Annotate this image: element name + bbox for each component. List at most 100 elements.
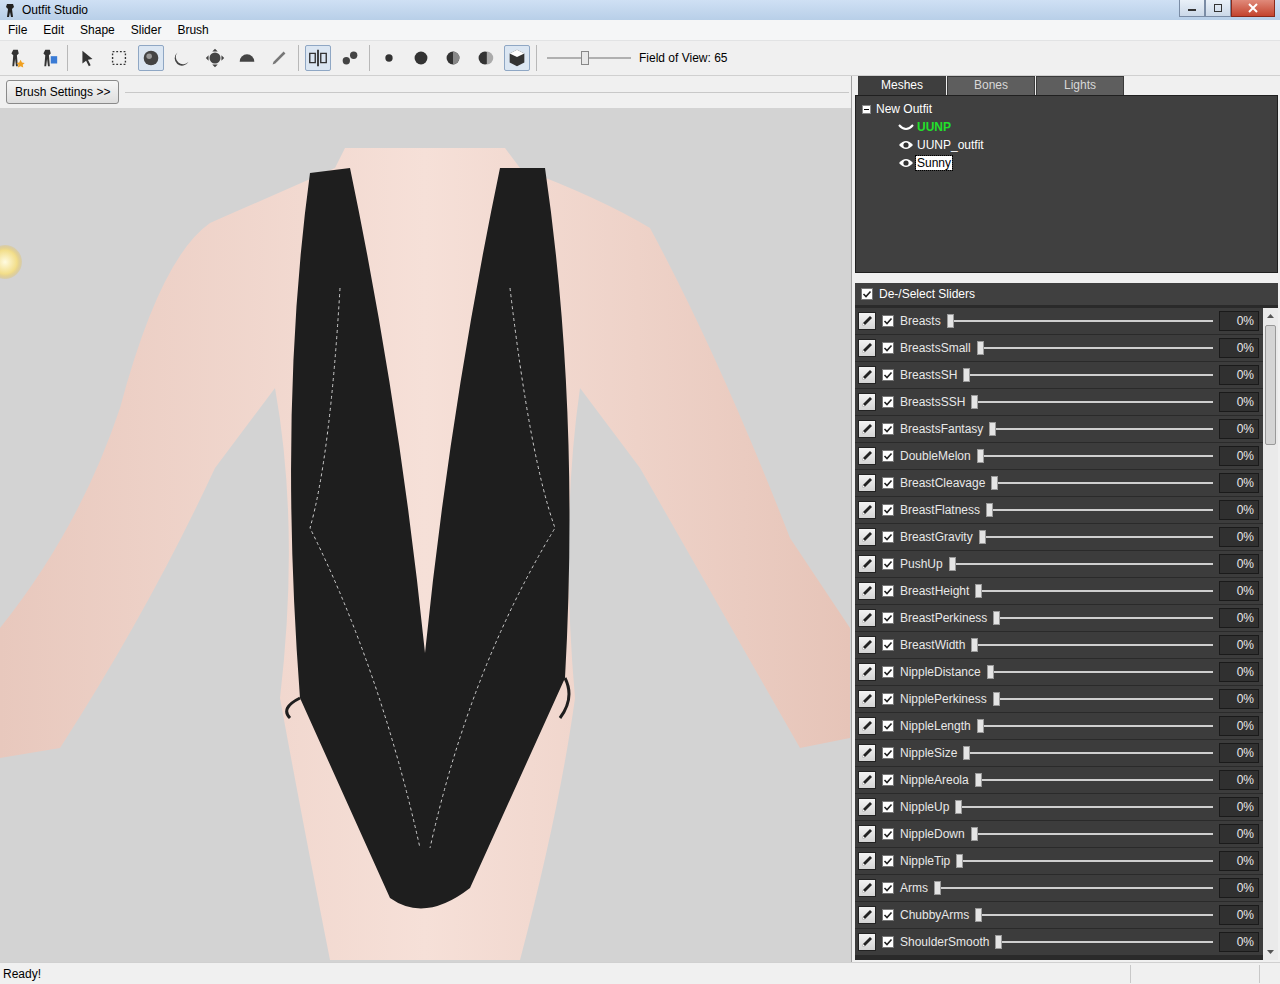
slider-track[interactable] bbox=[934, 880, 1213, 896]
slider-thumb[interactable] bbox=[993, 611, 1000, 625]
tool-button[interactable] bbox=[74, 45, 100, 71]
tool-button[interactable] bbox=[376, 45, 402, 71]
slider-value[interactable]: 0% bbox=[1219, 662, 1259, 682]
edit-slider-button[interactable] bbox=[858, 744, 876, 762]
edit-slider-button[interactable] bbox=[858, 933, 876, 951]
slider-track[interactable] bbox=[995, 934, 1213, 950]
slider-value[interactable]: 0% bbox=[1219, 500, 1259, 520]
slider-checkbox[interactable] bbox=[882, 882, 894, 894]
slider-checkbox[interactable] bbox=[882, 342, 894, 354]
slider-thumb[interactable] bbox=[955, 800, 962, 814]
edit-slider-button[interactable] bbox=[858, 366, 876, 384]
menu-item[interactable]: Brush bbox=[169, 23, 216, 37]
slider-value[interactable]: 0% bbox=[1219, 311, 1259, 331]
edit-slider-button[interactable] bbox=[858, 771, 876, 789]
slider-value[interactable]: 0% bbox=[1219, 365, 1259, 385]
tab[interactable]: Lights bbox=[1036, 76, 1124, 95]
slider-thumb[interactable] bbox=[987, 665, 994, 679]
edit-slider-button[interactable] bbox=[858, 501, 876, 519]
tool-button[interactable] bbox=[3, 45, 29, 71]
slider-track[interactable] bbox=[979, 529, 1213, 545]
slider-value[interactable]: 0% bbox=[1219, 716, 1259, 736]
slider-checkbox[interactable] bbox=[882, 450, 894, 462]
slider-thumb[interactable] bbox=[947, 314, 954, 328]
tool-button[interactable] bbox=[234, 45, 260, 71]
slider-value[interactable]: 0% bbox=[1219, 527, 1259, 547]
slider-thumb[interactable] bbox=[993, 692, 1000, 706]
slider-track[interactable] bbox=[971, 637, 1213, 653]
edit-slider-button[interactable] bbox=[858, 420, 876, 438]
edit-slider-button[interactable] bbox=[858, 393, 876, 411]
eye-icon[interactable] bbox=[898, 139, 914, 151]
slider-track[interactable] bbox=[971, 394, 1213, 410]
slider-checkbox[interactable] bbox=[882, 315, 894, 327]
slider-track[interactable] bbox=[971, 826, 1213, 842]
edit-slider-button[interactable] bbox=[858, 825, 876, 843]
slider-track[interactable] bbox=[977, 718, 1213, 734]
slider-checkbox[interactable] bbox=[882, 909, 894, 921]
slider-thumb[interactable] bbox=[975, 584, 982, 598]
slider-thumb[interactable] bbox=[949, 557, 956, 571]
slider-track[interactable] bbox=[963, 745, 1213, 761]
slider-checkbox[interactable] bbox=[882, 828, 894, 840]
slider-thumb[interactable] bbox=[963, 368, 970, 382]
slider-checkbox[interactable] bbox=[882, 639, 894, 651]
slider-value[interactable]: 0% bbox=[1219, 392, 1259, 412]
edit-slider-button[interactable] bbox=[858, 717, 876, 735]
slider-checkbox[interactable] bbox=[882, 369, 894, 381]
slider-value[interactable]: 0% bbox=[1219, 851, 1259, 871]
edit-slider-button[interactable] bbox=[858, 663, 876, 681]
slider-value[interactable]: 0% bbox=[1219, 824, 1259, 844]
slider-track[interactable] bbox=[975, 772, 1213, 788]
slider-checkbox[interactable] bbox=[882, 720, 894, 732]
slider-checkbox[interactable] bbox=[882, 747, 894, 759]
slider-track[interactable] bbox=[955, 799, 1213, 815]
tool-button[interactable] bbox=[138, 45, 164, 71]
edit-slider-button[interactable] bbox=[858, 339, 876, 357]
slider-checkbox[interactable] bbox=[882, 477, 894, 489]
slider-track[interactable] bbox=[956, 853, 1213, 869]
slider-checkbox[interactable] bbox=[882, 531, 894, 543]
slider-value[interactable]: 0% bbox=[1219, 554, 1259, 574]
tab[interactable]: Bones bbox=[947, 76, 1035, 95]
slider-thumb[interactable] bbox=[956, 854, 963, 868]
edit-slider-button[interactable] bbox=[858, 609, 876, 627]
slider-value[interactable]: 0% bbox=[1219, 878, 1259, 898]
scroll-up-icon[interactable] bbox=[1267, 313, 1274, 318]
edit-slider-button[interactable] bbox=[858, 528, 876, 546]
slider-thumb[interactable] bbox=[971, 638, 978, 652]
slider-value[interactable]: 0% bbox=[1219, 932, 1259, 952]
slider-track[interactable] bbox=[975, 907, 1213, 923]
slider-checkbox[interactable] bbox=[882, 693, 894, 705]
slider-checkbox[interactable] bbox=[882, 585, 894, 597]
tool-button[interactable] bbox=[170, 45, 196, 71]
slider-checkbox[interactable] bbox=[882, 504, 894, 516]
scrollbar[interactable] bbox=[1263, 308, 1278, 960]
close-button[interactable] bbox=[1231, 0, 1275, 17]
edit-slider-button[interactable] bbox=[858, 906, 876, 924]
eye-icon[interactable] bbox=[898, 157, 914, 169]
edit-slider-button[interactable] bbox=[858, 852, 876, 870]
slider-thumb[interactable] bbox=[963, 746, 970, 760]
maximize-button[interactable] bbox=[1205, 0, 1231, 17]
tool-button[interactable] bbox=[106, 45, 132, 71]
slider-thumb[interactable] bbox=[986, 503, 993, 517]
tool-button[interactable] bbox=[305, 45, 331, 71]
slider-checkbox[interactable] bbox=[882, 612, 894, 624]
edit-slider-button[interactable] bbox=[858, 555, 876, 573]
menu-item[interactable]: Shape bbox=[72, 23, 123, 37]
tree-node[interactable]: UUNP_outfit bbox=[862, 136, 1271, 154]
3d-viewport[interactable] bbox=[0, 108, 851, 962]
tree-node[interactable]: UUNP bbox=[862, 118, 1271, 136]
slider-checkbox[interactable] bbox=[882, 423, 894, 435]
select-all-checkbox[interactable] bbox=[861, 288, 873, 300]
slider-thumb[interactable] bbox=[971, 827, 978, 841]
slider-checkbox[interactable] bbox=[882, 801, 894, 813]
edit-slider-button[interactable] bbox=[858, 582, 876, 600]
slider-checkbox[interactable] bbox=[882, 666, 894, 678]
fov-slider[interactable] bbox=[547, 49, 631, 67]
scroll-thumb[interactable] bbox=[1265, 325, 1276, 445]
slider-value[interactable]: 0% bbox=[1219, 797, 1259, 817]
slider-value[interactable]: 0% bbox=[1219, 770, 1259, 790]
slider-track[interactable] bbox=[975, 583, 1213, 599]
